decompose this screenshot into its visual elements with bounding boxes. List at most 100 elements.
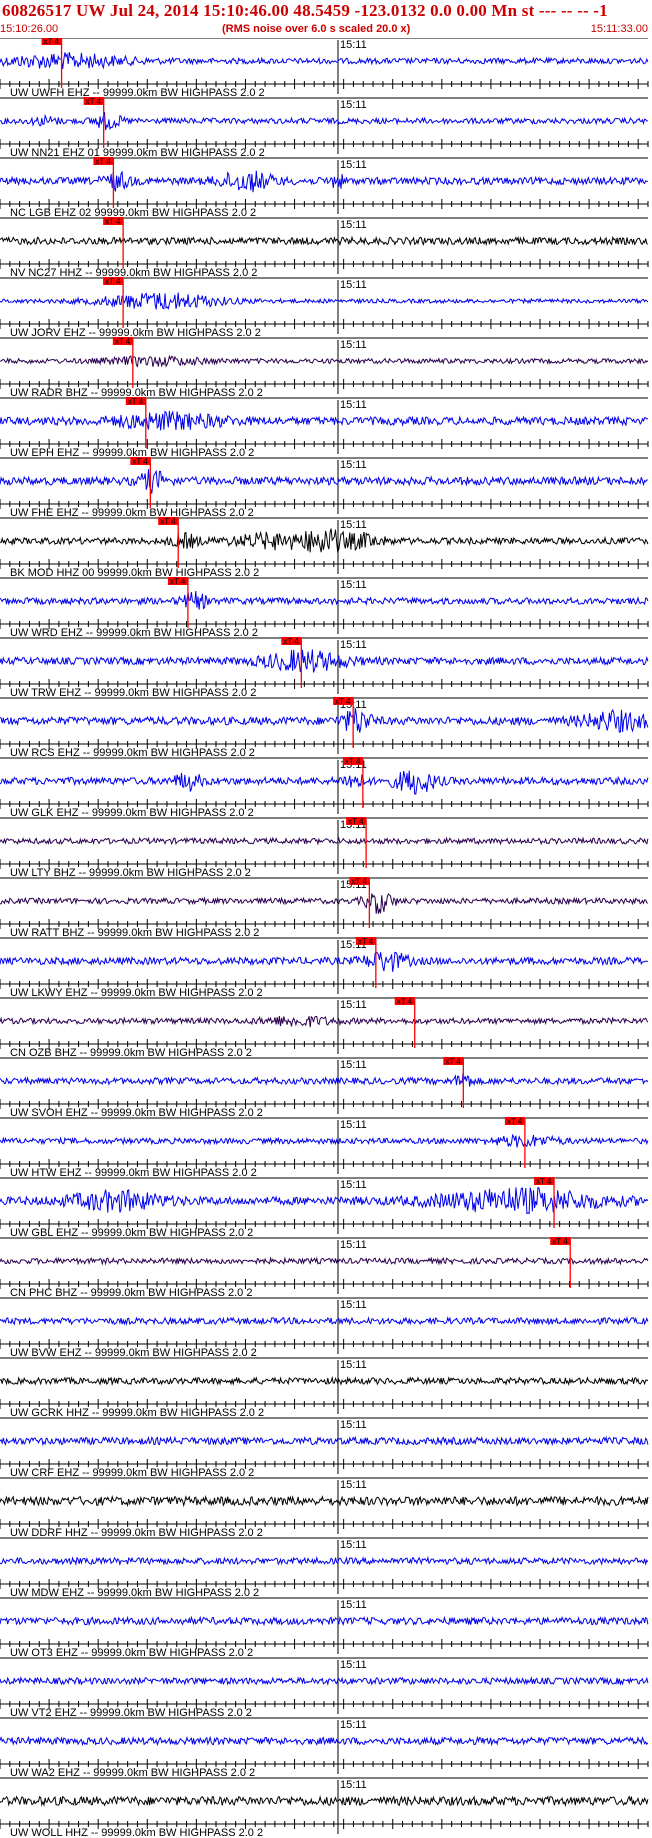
- pick-label: xT 4: [397, 997, 413, 1006]
- minute-label: 15:11: [340, 219, 367, 231]
- waveform: [0, 1015, 649, 1028]
- trace-panel: 15:11 xT 4 UW HTW EHZ -- 99999.0km BW HIGH…: [0, 1117, 649, 1179]
- minute-label: 15:11: [340, 1059, 367, 1071]
- pick-label: xT 4: [507, 1117, 523, 1126]
- minute-label: 15:11: [340, 1779, 367, 1791]
- minute-label: 15:11: [340, 1599, 367, 1611]
- trace-panel: 15:11xT 4UW EPH EHZ -- 99999.0km BW HIGH…: [0, 397, 649, 459]
- station-label: UW UWFH EHZ -- 99999.0km BW HIGHPASS 2.0…: [10, 87, 265, 99]
- minute-label: 15:11: [340, 1299, 367, 1311]
- trace-panel: 15:11 xT 4 UW WRD EHZ -- 99999.0km BW HIGH…: [0, 577, 649, 639]
- minute-label: 15:11: [340, 999, 367, 1011]
- trace-panel: 15:11 UW OT3 EHZ -- 99999.0km BW HIGHPASS…: [0, 1597, 649, 1659]
- waveform: [0, 354, 649, 368]
- minute-label: 15:11: [340, 159, 367, 171]
- minute-label: 15:11: [340, 39, 367, 51]
- minute-label: 15:11: [340, 1239, 367, 1251]
- minute-label: 15:11: [340, 1719, 367, 1731]
- trace-panel: 15:11xT 4UW LKWY EHZ -- 99999.0km BW HIG…: [0, 937, 649, 999]
- trace-panel: 15:11 xT 4 UW JORV EHZ -- 99999.0km BW HIG…: [0, 277, 649, 339]
- minute-label: 15:11: [340, 99, 367, 111]
- trace-panel: 15:11 xT 4 CN PHC BHZ -- 99999.0km BW HIGH…: [0, 1237, 649, 1299]
- trace-panel: 15:11xT 4UW RCS EHZ -- 99999.0km BW HIGH…: [0, 697, 649, 759]
- waveform: [0, 469, 648, 494]
- pick-label: xT 4: [160, 517, 176, 526]
- station-label: NV NC27 HHZ -- 99999.0km BW HIGHPASS 2.0…: [10, 267, 257, 279]
- waveform: [0, 52, 649, 70]
- pick-label: xT 4: [170, 577, 186, 586]
- minute-label: 15:11: [340, 1359, 367, 1371]
- pick-label: xT 4: [335, 697, 351, 706]
- pick-label: xT 4: [536, 1177, 552, 1186]
- station-label: UW FHE EHZ -- 99999.0km BW HIGHPASS 2.0 …: [10, 507, 254, 519]
- trace-panel: 15:11 UW WOLL HHZ -- 99999.0km BW HIGHPAS…: [0, 1777, 649, 1838]
- minute-label: 15:11: [340, 459, 367, 471]
- trace-panel: 15:11xT 4UW LTY BHZ -- 99999.0km BW HIGH…: [0, 817, 649, 879]
- station-label: UW MDW EHZ -- 99999.0km BW HIGHPASS 2.0 …: [10, 1587, 259, 1599]
- trace-panel: 15:11 xT 4 NC LGB EHZ 02 99999.0km BW HIGH…: [0, 157, 649, 219]
- waveform: [0, 649, 649, 673]
- trace-panel: 15:11 xT 4 CN OZB BHZ -- 99999.0km BW HIGH…: [0, 997, 649, 1059]
- trace-panel: 15:11 xT 4 UW SVOH EHZ -- 99999.0km BW HIG…: [0, 1057, 649, 1119]
- trace-panel: 15:11 xT 4 UW TRW EHZ -- 99999.0km BW HIGH…: [0, 637, 649, 699]
- seismogram-traces: 15:11xT 4UW UWFH EHZ -- 99999.0km BW HIG…: [0, 38, 649, 1838]
- minute-label: 15:11: [340, 279, 367, 291]
- waveform: [0, 1676, 649, 1686]
- seismogram-panel: 15:11 xT 4 UW UWFH EHZ -- 99999.0km BW HIG…: [0, 38, 652, 1838]
- pick-label: xT 4: [358, 937, 374, 946]
- station-label: UW SVOH EHZ -- 99999.0km BW HIGHPASS 2.0…: [10, 1107, 263, 1119]
- pick-label: xT 4: [132, 457, 148, 466]
- waveform: [0, 893, 649, 914]
- minute-label: 15:11: [340, 1119, 367, 1131]
- pick-label: xT 4: [105, 277, 121, 286]
- station-label: UW BVW EHZ -- 99999.0km BW HIGHPASS 2.0 …: [10, 1347, 257, 1359]
- trace-panel: 15:11 xT 4 UW GBL EHZ -- 99999.0km BW HIGH…: [0, 1177, 649, 1239]
- station-label: CN OZB BHZ -- 99999.0km BW HIGHPASS 2.0 …: [10, 1047, 252, 1059]
- waveform: [0, 836, 649, 846]
- trace-panel: 15:11 UW MDW EHZ -- 99999.0km BW HIGHPASS…: [0, 1537, 649, 1599]
- waveform: [0, 1072, 649, 1087]
- waveform: [0, 708, 649, 733]
- station-label: UW WA2 EHZ -- 99999.0km BW HIGHPASS 2.0 …: [10, 1767, 255, 1779]
- pick-label: xT 4: [86, 97, 102, 106]
- waveform: [0, 1315, 649, 1326]
- station-label: UW GCRK HHZ -- 99999.0km BW HIGHPASS 2.0…: [10, 1407, 264, 1419]
- station-label: UW LKWY EHZ -- 99999.0km BW HIGHPASS 2.0…: [10, 987, 263, 999]
- pick-label: xT 4: [128, 397, 144, 406]
- station-label: UW RATT BHZ -- 99999.0km BW HIGHPASS 2.0…: [10, 927, 259, 939]
- waveform: [0, 1735, 649, 1747]
- minute-label: 15:11: [340, 1539, 367, 1551]
- trace-panel: 15:11 UW BVW EHZ -- 99999.0km BW HIGHPASS…: [0, 1297, 649, 1359]
- pick-label: xT 4: [348, 817, 364, 826]
- minute-label: 15:11: [340, 339, 367, 351]
- noise-scale-note: (RMS noise over 6.0 s scaled 20.0 x): [222, 23, 411, 35]
- waveform: [0, 1375, 649, 1386]
- waveform: [0, 235, 649, 247]
- minute-label: 15:11: [340, 1419, 367, 1431]
- waveform: [0, 1795, 649, 1807]
- waveform: [0, 410, 649, 431]
- minute-label: 15:11: [340, 579, 367, 591]
- trace-panel: 15:11xT 4UW RATT BHZ -- 99999.0km BW HIG…: [0, 877, 649, 939]
- waveform: [0, 170, 648, 193]
- station-label: UW NN21 EHZ 01 99999.0km BW HIGHPASS 2.0…: [10, 147, 265, 159]
- trace-panel: 15:11 xT 4 UW UWFH EHZ -- 99999.0km BW HIG…: [0, 38, 649, 99]
- pick-label: xT 4: [351, 877, 367, 886]
- station-label: UW TRW EHZ -- 99999.0km BW HIGHPASS 2.0 …: [10, 687, 256, 699]
- pick-label: xT 4: [283, 637, 299, 646]
- station-label: NC LGB EHZ 02 99999.0km BW HIGHPASS 2.0 …: [10, 207, 256, 219]
- start-time: 15:10:26.00: [0, 23, 59, 35]
- waveform: [0, 1256, 649, 1266]
- pick-label: xT 4: [44, 38, 60, 46]
- waveform: [0, 590, 649, 610]
- minute-label: 15:11: [340, 1479, 367, 1491]
- minute-label: 15:11: [340, 639, 367, 651]
- waveform: [0, 1133, 649, 1148]
- minute-label: 15:11: [340, 519, 367, 531]
- station-label: UW GLK EHZ -- 99999.0km BW HIGHPASS 2.0 …: [10, 807, 254, 819]
- trace-panel: 15:11 UW GCRK HHZ -- 99999.0km BW HIGHPAS…: [0, 1357, 649, 1419]
- trace-panel: 15:11 UW CRF EHZ -- 99999.0km BW HIGHPASS…: [0, 1417, 649, 1479]
- minute-label: 15:11: [340, 1179, 367, 1191]
- pick-label: xT 4: [115, 337, 131, 346]
- trace-panel: 15:11 xT 4 BK MOD HHZ 00 99999.0km BW HIGH…: [0, 517, 649, 579]
